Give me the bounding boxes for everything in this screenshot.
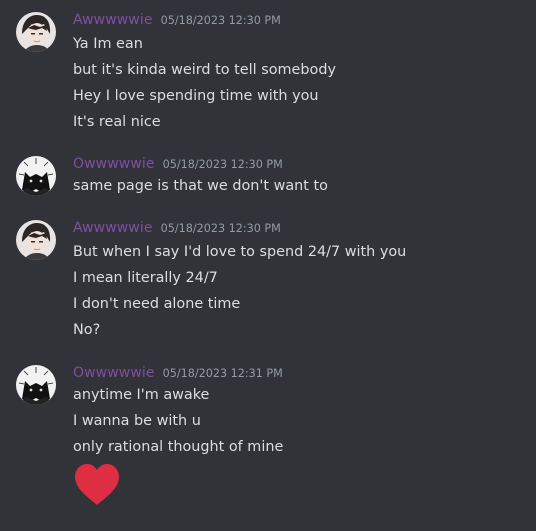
avatar[interactable]: [16, 156, 56, 196]
anime-portrait-icon: [16, 220, 56, 260]
avatar[interactable]: [16, 12, 56, 52]
timestamp: 05/18/2023 12:30 PM: [160, 222, 281, 235]
username[interactable]: Awwwwwie: [73, 12, 153, 28]
message-header: Owwwwwie 05/18/2023 12:30 PM: [73, 156, 283, 176]
message-text: It's real nice: [73, 114, 161, 130]
anime-portrait-icon: [16, 12, 56, 52]
timestamp: 05/18/2023 12:31 PM: [162, 367, 283, 380]
message-text: Ya Im ean: [73, 36, 143, 52]
red-heart-icon[interactable]: [73, 463, 121, 511]
message-text: same page is that we don't want to: [73, 178, 328, 194]
avatar[interactable]: [16, 365, 56, 405]
username[interactable]: Awwwwwie: [73, 220, 153, 236]
message-text: I mean literally 24/7: [73, 270, 218, 286]
message-text: anytime I'm awake: [73, 387, 210, 403]
message-text: but it's kinda weird to tell somebody: [73, 62, 336, 78]
dark-cat-icon: [16, 156, 56, 196]
message-text: But when I say I'd love to spend 24/7 wi…: [73, 244, 407, 260]
message-header: Awwwwwie 05/18/2023 12:30 PM: [73, 12, 281, 32]
timestamp: 05/18/2023 12:30 PM: [162, 158, 283, 171]
message-text: No?: [73, 322, 101, 338]
message-header: Owwwwwie 05/18/2023 12:31 PM: [73, 365, 283, 385]
timestamp: 05/18/2023 12:30 PM: [160, 14, 281, 27]
message-header: Awwwwwie 05/18/2023 12:30 PM: [73, 220, 281, 240]
message-text: I don't need alone time: [73, 296, 241, 312]
username[interactable]: Owwwwwie: [73, 365, 155, 381]
avatar[interactable]: [16, 220, 56, 260]
message-text: I wanna be with u: [73, 413, 201, 429]
username[interactable]: Owwwwwie: [73, 156, 155, 172]
message-text: only rational thought of mine: [73, 439, 284, 455]
dark-cat-icon: [16, 365, 56, 405]
message-text: Hey I love spending time with you: [73, 88, 319, 104]
